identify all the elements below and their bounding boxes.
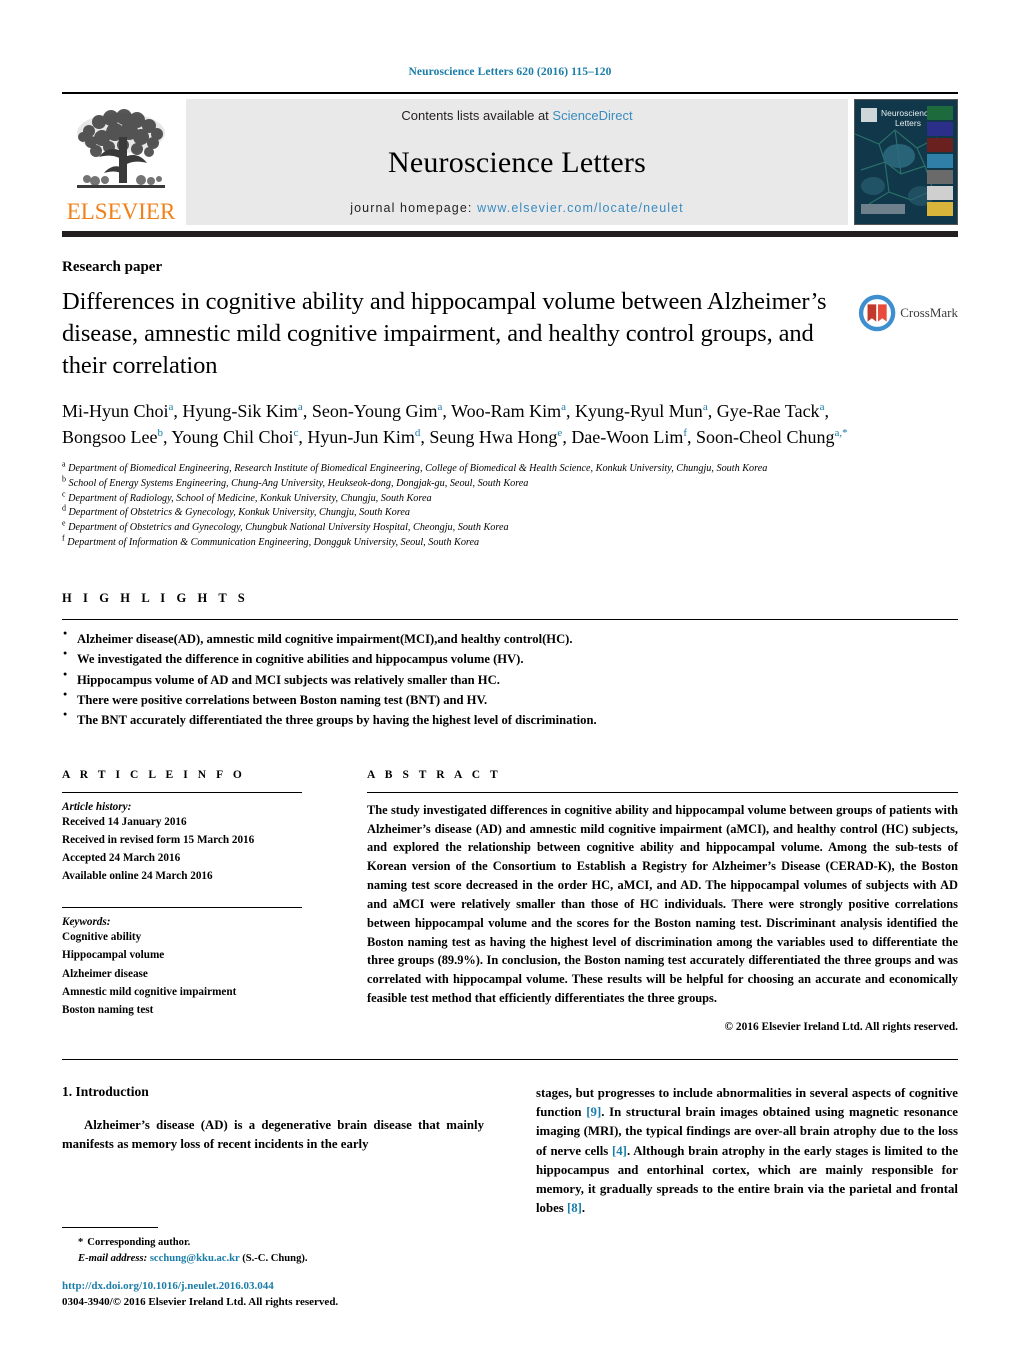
info-abstract-row: A R T I C L E I N F O Article history: R…	[62, 769, 958, 1033]
journal-cover-thumbnail: Neuroscience Letters	[854, 99, 958, 225]
affiliation-item: c Department of Radiology, School of Med…	[62, 489, 432, 504]
history-item: Available online 24 March 2016	[62, 870, 213, 883]
abstract-text: The study investigated differences in co…	[367, 802, 958, 1006]
elsevier-wordmark: ELSEVIER	[66, 199, 176, 224]
citation-ref[interactable]: [4]	[612, 1144, 627, 1158]
history-item: Received 14 January 2016	[62, 815, 187, 828]
keywords-block: Keywords: Cognitive ability Hippocampal v…	[62, 907, 302, 1019]
corresponding-author-line: * Corresponding author.	[62, 1235, 492, 1251]
corresponding-author-text: Corresponding author.	[87, 1237, 191, 1249]
introduction-paragraph-left: Alzheimer’s disease (AD) is a degenerati…	[62, 1117, 484, 1152]
contents-available-line: Contents lists available at ScienceDirec…	[401, 108, 632, 123]
author-list: Mi-Hyun Choia, Hyung-Sik Kima, Seon-Youn…	[62, 400, 848, 447]
footnote-area: * Corresponding author. E-mail address: s…	[62, 1227, 492, 1267]
abstract-rule	[367, 791, 958, 793]
keywords-rule	[62, 907, 302, 909]
journal-title: Neuroscience Letters	[387, 146, 647, 179]
running-head: Neuroscience Letters 620 (2016) 115–120	[408, 66, 612, 78]
keyword-item: Hippocampal volume	[62, 949, 165, 962]
affiliation-marker: c	[62, 489, 66, 499]
svg-text:Neuroscience: Neuroscience	[881, 108, 933, 118]
article-content: Research paper CrossMark Differences in …	[62, 259, 958, 1218]
affiliation-marker: e	[62, 518, 66, 528]
affiliation-item: b School of Energy Systems Engineering, …	[62, 474, 529, 489]
abstract-column: A B S T R A C T The study investigated d…	[302, 769, 958, 1033]
email-line: E-mail address: scchung@kku.ac.kr (S.-C.…	[62, 1251, 492, 1267]
issn-copyright-line: 0304-3940/© 2016 Elsevier Ireland Ltd. A…	[62, 1296, 339, 1309]
article-info-column: A R T I C L E I N F O Article history: R…	[62, 769, 302, 1033]
paper-page: Neuroscience Letters 620 (2016) 115–120	[0, 0, 1020, 1351]
masthead-center: Contents lists available at ScienceDirec…	[186, 99, 848, 225]
sciencedirect-link[interactable]: ScienceDirect	[552, 108, 632, 123]
affiliation-item: f Department of Information & Communicat…	[62, 533, 480, 548]
affiliation-marker: a	[62, 459, 66, 469]
doi-link[interactable]: http://dx.doi.org/10.1016/j.neulet.2016.…	[62, 1279, 522, 1295]
keywords-list: Cognitive ability Hippocampal volume Alzhe…	[62, 928, 302, 1019]
masthead-bottom-rule	[62, 231, 958, 237]
highlights-heading: H I G H L I G H T S	[62, 590, 249, 605]
crossmark-label: CrossMark	[900, 305, 958, 320]
affiliation-item: d Department of Obstetrics & Gynecology,…	[62, 504, 410, 519]
email-label: E-mail address:	[78, 1253, 148, 1265]
journal-homepage-line: journal homepage: www.elsevier.com/locat…	[350, 201, 684, 215]
cover-art-icon: Neuroscience Letters	[855, 100, 957, 224]
paper-type-label: Research paper	[62, 259, 163, 275]
doi-block: http://dx.doi.org/10.1016/j.neulet.2016.…	[62, 1279, 522, 1311]
journal-masthead: ELSEVIER Contents lists available at Sci…	[62, 92, 958, 225]
keyword-item: Amnestic mild cognitive impairment	[62, 985, 237, 998]
keyword-item: Boston naming test	[62, 1003, 154, 1016]
article-history-list: Received 14 January 2016 Received in revi…	[62, 813, 302, 886]
introduction-paragraph-right: stages, but progresses to include abnorm…	[536, 1084, 958, 1218]
citation-ref[interactable]: [8]	[567, 1201, 582, 1215]
article-info-heading: A R T I C L E I N F O	[62, 768, 246, 781]
keywords-label: Keywords:	[62, 916, 111, 929]
introduction-heading: 1. Introduction	[62, 1083, 149, 1099]
keyword-item: Cognitive ability	[62, 931, 142, 944]
highlight-item: The BNT accurately differentiated the th…	[62, 709, 958, 730]
highlight-item: There were positive correlations between…	[62, 689, 958, 710]
elsevier-tree-icon	[77, 109, 165, 188]
body-column-right: stages, but progresses to include abnorm…	[510, 1084, 958, 1218]
article-history-label: Article history:	[62, 800, 132, 813]
homepage-prefix: journal homepage:	[350, 201, 478, 215]
svg-text:Letters: Letters	[895, 118, 921, 128]
body-column-left: 1. Introduction Alzheimer’s disease (AD)…	[62, 1084, 510, 1218]
affiliation-item: e Department of Obstetrics and Gynecolog…	[62, 518, 509, 534]
body-columns: 1. Introduction Alzheimer’s disease (AD)…	[62, 1084, 958, 1218]
crossmark-icon	[858, 294, 896, 332]
email-suffix: (S.-C. Chung).	[242, 1253, 308, 1265]
affiliation-list: a Department of Biomedical Engineering, …	[62, 459, 958, 551]
highlights-rule	[62, 618, 958, 620]
affiliation-item: a Department of Biomedical Engineering, …	[62, 459, 768, 475]
history-item: Received in revised form 15 March 2016	[62, 833, 255, 846]
history-item: Accepted 24 March 2016	[62, 851, 181, 864]
crossmark-badge[interactable]: CrossMark	[858, 287, 958, 339]
corresponding-star: *	[78, 1237, 84, 1249]
article-info-rule	[62, 791, 302, 793]
affiliation-marker: b	[62, 474, 66, 484]
highlight-item: Hippocampus volume of AD and MCI subject…	[62, 669, 958, 690]
contents-prefix: Contents lists available at	[401, 108, 553, 123]
journal-homepage-link[interactable]: www.elsevier.com/locate/neulet	[477, 201, 684, 215]
highlight-item: We investigated the difference in cognit…	[62, 648, 958, 669]
keyword-item: Alzheimer disease	[62, 967, 148, 980]
abstract-heading: A B S T R A C T	[367, 768, 502, 781]
paragraph-text: .	[581, 1201, 586, 1216]
email-link[interactable]: scchung@kku.ac.kr	[150, 1253, 240, 1264]
highlights-list: Alzheimer disease(AD), amnestic mild cog…	[62, 628, 958, 731]
footnote-rule	[62, 1227, 158, 1229]
affiliation-marker: f	[62, 533, 65, 543]
affiliation-marker: d	[62, 504, 66, 514]
abstract-copyright: © 2016 Elsevier Ireland Ltd. All rights …	[724, 1020, 958, 1033]
abstract-bottom-rule	[62, 1058, 958, 1060]
highlight-item: Alzheimer disease(AD), amnestic mild cog…	[62, 628, 958, 649]
elsevier-logo: ELSEVIER	[62, 99, 180, 225]
page-title: Differences in cognitive ability and hip…	[62, 288, 827, 379]
citation-ref[interactable]: [9]	[586, 1105, 601, 1119]
